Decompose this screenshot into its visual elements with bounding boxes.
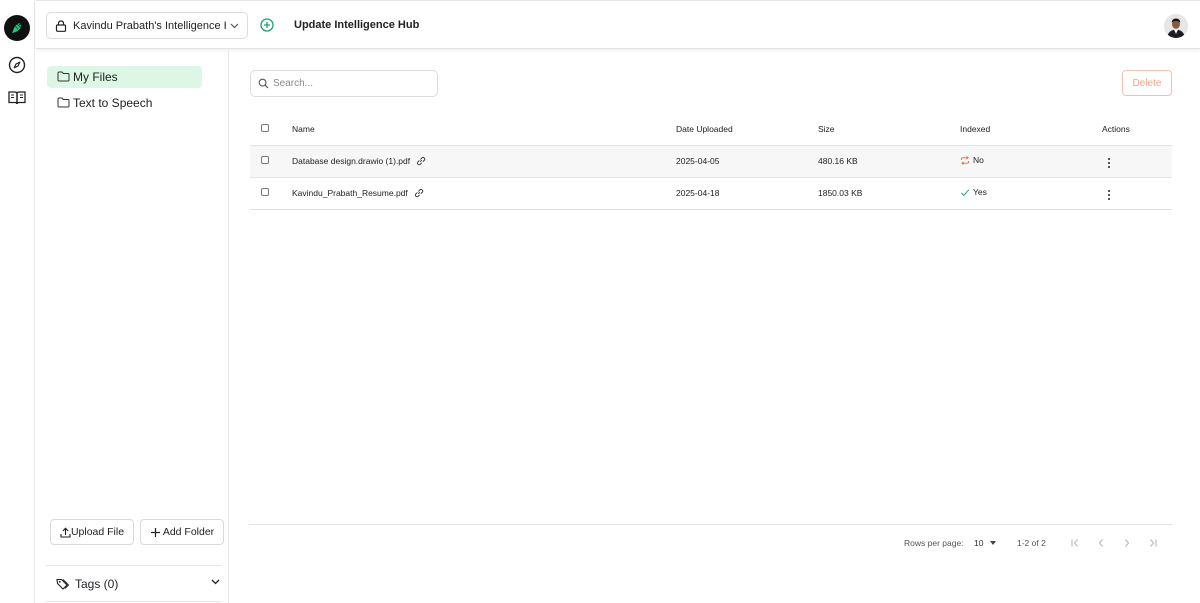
plus-icon <box>150 527 160 537</box>
upload-file-label: Upload File <box>70 526 125 538</box>
file-name[interactable]: Kavindu_Prabath_Resume.pdf <box>292 188 408 198</box>
update-hub-button[interactable]: Update Intelligence Hub <box>294 19 419 31</box>
folder-text-to-speech[interactable]: Text to Speech <box>47 92 202 114</box>
row-select-cell <box>250 177 292 210</box>
add-folder-label: Add Folder <box>162 526 215 538</box>
first-page-icon[interactable] <box>1068 535 1082 551</box>
column-header-size[interactable]: Size <box>818 113 960 146</box>
files-table: Name Date Uploaded Size Indexed Actions … <box>250 113 1172 210</box>
column-header-date[interactable]: Date Uploaded <box>676 113 818 146</box>
search-icon <box>258 78 269 89</box>
file-name[interactable]: Database design.drawio (1).pdf <box>292 156 410 166</box>
select-all-cell <box>250 113 292 146</box>
select-all-checkbox[interactable] <box>261 123 269 132</box>
rows-per-page-select[interactable]: 10 <box>974 538 997 548</box>
row-checkbox[interactable] <box>261 156 269 164</box>
app-root: Kavindu Prabath's Intelligence Hub Updat… <box>0 0 1200 603</box>
top-bar: Kavindu Prabath's Intelligence Hub Updat… <box>36 0 1200 49</box>
next-page-icon[interactable] <box>1120 535 1134 551</box>
tags-icon <box>56 578 70 590</box>
refresh-icon[interactable] <box>960 155 970 165</box>
search-box[interactable] <box>250 70 438 97</box>
file-browser: Delete Name Date Uploaded Size Indexed A… <box>229 50 1200 603</box>
table-footer-divider <box>249 524 1172 525</box>
compass-icon[interactable] <box>7 55 27 75</box>
prev-page-icon[interactable] <box>1094 535 1108 551</box>
date-cell: 2025-04-05 <box>676 145 818 178</box>
indexed-status: Yes <box>973 187 987 198</box>
link-icon[interactable] <box>416 156 426 166</box>
book-icon[interactable] <box>7 88 27 108</box>
hub-name: Kavindu Prabath's Intelligence Hub <box>73 19 226 32</box>
actions-cell <box>1102 145 1172 178</box>
more-vertical-icon[interactable] <box>1106 188 1112 202</box>
row-select-cell <box>250 145 292 178</box>
table-header-row: Name Date Uploaded Size Indexed Actions <box>250 113 1172 146</box>
column-header-actions: Actions <box>1102 113 1172 146</box>
file-name-cell: Database design.drawio (1).pdf <box>292 145 676 178</box>
folder-label: My Files <box>73 70 118 84</box>
upload-file-button[interactable]: Upload File <box>50 519 134 545</box>
last-page-icon[interactable] <box>1146 535 1160 551</box>
folder-panel: My Files Text to Speech Upload File Add … <box>36 50 229 603</box>
column-header-indexed[interactable]: Indexed <box>960 113 1102 146</box>
more-vertical-icon[interactable] <box>1106 156 1112 170</box>
chevron-down-icon <box>230 23 239 29</box>
app-logo[interactable] <box>4 15 30 41</box>
hub-selector[interactable]: Kavindu Prabath's Intelligence Hub <box>46 12 248 39</box>
tags-label: Tags (0) <box>75 576 119 591</box>
left-rail <box>0 0 35 603</box>
pagination-range: 1-2 of 2 <box>1017 538 1046 548</box>
rows-per-page-label: Rows per page: <box>904 538 964 548</box>
rows-per-page-value: 10 <box>974 538 984 548</box>
add-circle-icon[interactable] <box>260 18 274 32</box>
table-row[interactable]: Kavindu_Prabath_Resume.pdf 2025-04-18 18… <box>250 177 1172 210</box>
user-avatar[interactable] <box>1164 14 1188 38</box>
folder-label: Text to Speech <box>73 96 153 110</box>
chevron-down-icon <box>211 579 220 585</box>
folder-my-files[interactable]: My Files <box>47 66 202 88</box>
actions-cell <box>1102 177 1172 210</box>
link-icon[interactable] <box>414 188 424 198</box>
tags-section[interactable]: Tags (0) <box>46 565 222 602</box>
user-photo-icon <box>1164 14 1188 38</box>
upload-icon <box>60 527 71 538</box>
folder-icon <box>57 97 70 108</box>
table-row[interactable]: Database design.drawio (1).pdf 2025-04-0… <box>250 145 1172 178</box>
delete-button[interactable]: Delete <box>1122 70 1172 96</box>
lock-icon <box>55 19 67 32</box>
column-header-name[interactable]: Name <box>292 113 676 146</box>
check-icon <box>960 188 970 197</box>
row-checkbox[interactable] <box>261 188 269 196</box>
indexed-status: No <box>973 155 984 166</box>
search-input[interactable] <box>273 78 423 89</box>
size-cell: 1850.03 KB <box>818 177 960 210</box>
folder-icon <box>57 71 70 82</box>
date-cell: 2025-04-18 <box>676 177 818 210</box>
file-name-cell: Kavindu_Prabath_Resume.pdf <box>292 177 676 210</box>
bird-logo-icon <box>12 23 21 33</box>
indexed-cell: Yes <box>960 177 1102 210</box>
add-folder-button[interactable]: Add Folder <box>140 519 224 545</box>
indexed-cell: No <box>960 145 1102 178</box>
caret-down-icon <box>990 541 997 545</box>
size-cell: 480.16 KB <box>818 145 960 178</box>
